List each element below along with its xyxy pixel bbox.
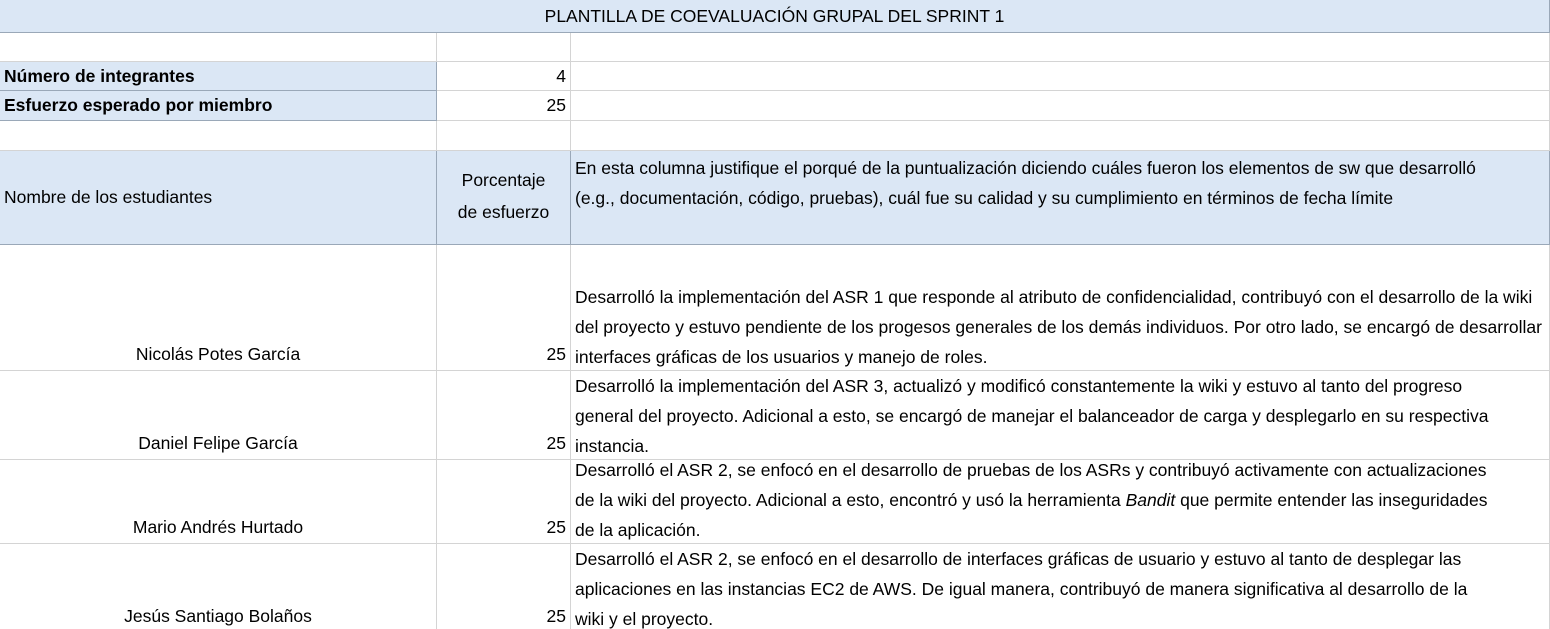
empty-cell[interactable]: [0, 121, 437, 151]
empty-cell[interactable]: [571, 62, 1550, 91]
empty-cell[interactable]: [437, 33, 571, 62]
student-justification: Desarrolló el ASR 2, se enfocó en el des…: [575, 549, 1468, 629]
summary-label-effort[interactable]: Esfuerzo esperado por miembro: [0, 91, 437, 121]
header-justification[interactable]: En esta columna justifique el porqué de …: [571, 151, 1550, 245]
student-name: Nicolás Potes García: [135, 344, 301, 364]
sheet-title: PLANTILLA DE COEVALUACIÓN GRUPAL DEL SPR…: [544, 6, 1005, 26]
title-cell[interactable]: PLANTILLA DE COEVALUACIÓN GRUPAL DEL SPR…: [0, 0, 1550, 33]
student-justification: Desarrolló la implementación del ASR 3, …: [575, 376, 1489, 456]
student-justification-cell[interactable]: Desarrolló la implementación del ASR 1 q…: [571, 245, 1550, 371]
student-percent: 25: [546, 517, 566, 537]
student-percent: 25: [546, 344, 566, 364]
header-effort-percent[interactable]: Porcentaje de esfuerzo: [437, 151, 571, 245]
summary-label-members[interactable]: Número de integrantes: [0, 62, 437, 91]
student-percent: 25: [546, 433, 566, 453]
student-percent-cell[interactable]: 25: [437, 245, 571, 371]
header-student-name[interactable]: Nombre de los estudiantes: [0, 151, 437, 245]
student-name-cell[interactable]: Jesús Santiago Bolaños: [0, 544, 437, 629]
student-name-cell[interactable]: Daniel Felipe García: [0, 371, 437, 460]
summary-label-text: Esfuerzo esperado por miembro: [4, 95, 273, 115]
header-percent-line2: de esfuerzo: [457, 202, 550, 222]
header-name-text: Nombre de los estudiantes: [4, 187, 213, 207]
student-percent-cell[interactable]: 25: [437, 460, 571, 544]
summary-value-effort[interactable]: 25: [437, 91, 571, 121]
justification-tool-name: Bandit: [1125, 490, 1176, 510]
student-percent-cell[interactable]: 25: [437, 544, 571, 629]
empty-cell[interactable]: [0, 33, 437, 62]
summary-value-text: 4: [556, 66, 566, 86]
student-name: Daniel Felipe García: [138, 433, 298, 453]
student-justification-cell[interactable]: Desarrolló la implementación del ASR 3, …: [571, 371, 1550, 460]
student-percent: 25: [546, 606, 566, 626]
student-name: Jesús Santiago Bolaños: [124, 606, 312, 626]
spreadsheet: PLANTILLA DE COEVALUACIÓN GRUPAL DEL SPR…: [0, 0, 1550, 629]
student-name-cell[interactable]: Nicolás Potes García: [0, 245, 437, 371]
header-percent-line1: Porcentaje: [461, 170, 546, 190]
student-justification: Desarrolló la implementación del ASR 1 q…: [575, 287, 1542, 367]
header-justification-text: En esta columna justifique el porqué de …: [575, 158, 1476, 208]
empty-cell[interactable]: [571, 121, 1550, 151]
summary-label-text: Número de integrantes: [4, 66, 195, 86]
empty-cell[interactable]: [571, 91, 1550, 121]
student-justification-cell[interactable]: Desarrolló el ASR 2, se enfocó en el des…: [571, 460, 1550, 544]
summary-value-text: 25: [546, 95, 566, 115]
student-justification: Desarrolló el ASR 2, se enfocó en el des…: [575, 460, 1509, 543]
student-name: Mario Andrés Hurtado: [132, 517, 304, 537]
student-justification-cell[interactable]: Desarrolló el ASR 2, se enfocó en el des…: [571, 544, 1550, 629]
student-name-cell[interactable]: Mario Andrés Hurtado: [0, 460, 437, 544]
empty-cell[interactable]: [571, 33, 1550, 62]
empty-cell[interactable]: [437, 121, 571, 151]
student-percent-cell[interactable]: 25: [437, 371, 571, 460]
summary-value-members[interactable]: 4: [437, 62, 571, 91]
